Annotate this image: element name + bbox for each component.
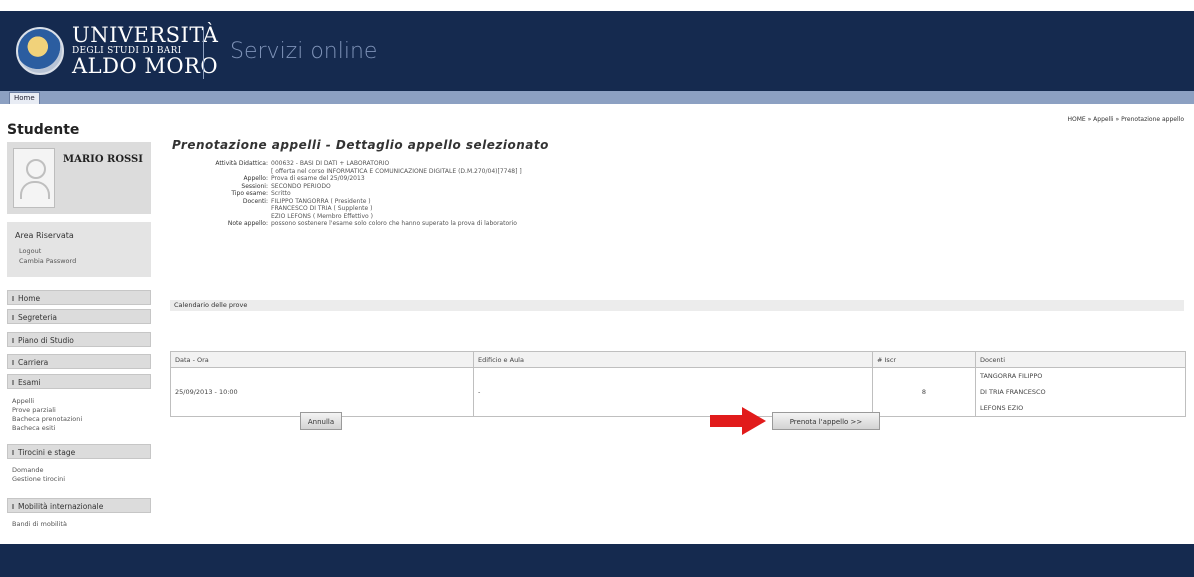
- detail-row: EZIO LEFONS ( Membro Effettivo ): [188, 213, 522, 221]
- sidebar-subitem-bacheca-prenotazioni[interactable]: Bacheca prenotazioni: [12, 415, 82, 423]
- table-header-row: Data - Ora Edificio e Aula # Iscr Docent…: [170, 351, 1186, 368]
- detail-label: [188, 205, 268, 213]
- detail-label: [188, 213, 268, 221]
- cell-docenti: TANGORRA FILIPPO DI TRIA FRANCESCO LEFON…: [975, 367, 1186, 417]
- detail-value: FRANCESCO DI TRIA ( Supplente ): [271, 205, 373, 212]
- logo-text-line1: UNIVERSITÀ: [72, 23, 219, 47]
- detail-value: SECONDO PERIODO: [271, 182, 331, 190]
- detail-row: Appello: Prova di esame del 25/09/2013: [188, 175, 522, 183]
- avatar: [13, 148, 55, 208]
- detail-value: Prova di esame del 25/09/2013: [271, 175, 365, 182]
- change-password-link[interactable]: Cambia Password: [19, 257, 76, 265]
- detail-value: [ offerta nel corso INFORMATICA E COMUNI…: [271, 167, 522, 175]
- col-header-iscritti: # Iscr: [872, 351, 976, 368]
- detail-row: Tipo esame: Scritto: [188, 190, 522, 198]
- avatar-body-icon: [20, 181, 50, 199]
- sidebar-item-segreteria[interactable]: Segreteria: [7, 309, 151, 324]
- site-footer: [0, 544, 1194, 577]
- docente-name: LEFONS EZIO: [980, 404, 1024, 412]
- avatar-head-icon: [26, 159, 46, 179]
- sidebar-subitem-prove-parziali[interactable]: Prove parziali: [12, 406, 56, 414]
- sidebar: Studente MARIO ROSSI Area Riservata Logo…: [0, 104, 157, 544]
- detail-row: Note appello: possono sostenere l'esame s…: [188, 220, 522, 228]
- detail-value: EZIO LEFONS ( Membro Effettivo ): [271, 212, 373, 220]
- detail-label: Sessioni:: [241, 182, 268, 190]
- detail-label: Docenti:: [242, 197, 268, 205]
- sidebar-subitem-domande[interactable]: Domande: [12, 466, 44, 474]
- detail-row: Sessioni: SECONDO PERIODO: [188, 183, 522, 191]
- col-header-docenti: Docenti: [975, 351, 1186, 368]
- detail-value: Scritto: [271, 190, 291, 197]
- detail-row: [ offerta nel corso INFORMATICA E COMUNI…: [188, 168, 522, 176]
- docente-name: DI TRIA FRANCESCO: [980, 388, 1046, 396]
- calendar-section-title: Calendario delle prove: [170, 300, 1184, 311]
- header-separator: [203, 27, 204, 79]
- sidebar-subitem-bandi-mobilita[interactable]: Bandi di mobilità: [12, 520, 67, 528]
- top-strip: [0, 0, 1194, 11]
- main-content: HOME » Appelli » Prenotazione appello Pr…: [160, 104, 1194, 544]
- calendar-table: Data - Ora Edificio e Aula # Iscr Docent…: [170, 351, 1186, 417]
- detail-label: Tipo esame:: [231, 190, 268, 197]
- sidebar-item-esami[interactable]: Esami: [7, 374, 151, 389]
- profile-box: MARIO ROSSI: [7, 142, 151, 214]
- docente-name: TANGORRA FILIPPO: [980, 372, 1043, 380]
- service-title: Servizi online: [230, 39, 378, 64]
- cell-aula: -: [473, 367, 873, 417]
- sidebar-item-mobilita[interactable]: Mobilità internazionale: [7, 498, 151, 513]
- detail-row: Attività Didattica: 000632 - BASI DI DATI…: [188, 160, 522, 168]
- cell-data-ora: 25/09/2013 - 10:00: [170, 367, 474, 417]
- university-logo[interactable]: UNIVERSITÀ DEGLI STUDI DI BARI ALDO MORO: [16, 25, 218, 77]
- detail-value: FILIPPO TANGORRA ( Presidente ): [271, 197, 371, 205]
- sidebar-subitem-gestione-tirocini[interactable]: Gestione tirocini: [12, 475, 65, 483]
- detail-row: FRANCESCO DI TRIA ( Supplente ): [188, 205, 522, 213]
- breadcrumb[interactable]: HOME » Appelli » Prenotazione appello: [1067, 116, 1184, 123]
- detail-value: 000632 - BASI DI DATI + LABORATORIO: [271, 160, 390, 167]
- col-header-edificio-aula: Edificio e Aula: [473, 351, 873, 368]
- area-riservata-title[interactable]: Area Riservata: [15, 231, 74, 240]
- university-seal-icon: [16, 27, 64, 75]
- cell-iscritti: 8: [872, 367, 976, 417]
- sidebar-item-carriera[interactable]: Carriera: [7, 354, 151, 369]
- sidebar-item-piano-di-studio[interactable]: Piano di Studio: [7, 332, 151, 347]
- area-riservata-box: Area Riservata Logout Cambia Password: [7, 222, 151, 277]
- detail-label: [188, 168, 268, 176]
- red-arrow-icon: [710, 407, 766, 435]
- prenota-appello-button[interactable]: Prenota l'appello >>: [772, 412, 880, 430]
- col-header-data-ora: Data - Ora: [170, 351, 474, 368]
- sidebar-title: Studente: [7, 122, 80, 138]
- appello-details: Attività Didattica: 000632 - BASI DI DATI…: [188, 160, 522, 228]
- detail-label: Note appello:: [227, 220, 268, 227]
- logo-text-line3: ALDO MORO: [72, 54, 219, 78]
- sidebar-subitem-bacheca-esiti[interactable]: Bacheca esiti: [12, 424, 55, 432]
- table-row: 25/09/2013 - 10:00 - 8 TANGORRA FILIPPO …: [170, 367, 1186, 417]
- logout-link[interactable]: Logout: [19, 247, 41, 255]
- detail-value: possono sostenere l'esame solo coloro ch…: [271, 220, 517, 227]
- top-navbar: Home: [0, 91, 1194, 105]
- site-header: UNIVERSITÀ DEGLI STUDI DI BARI ALDO MORO…: [0, 11, 1194, 91]
- sidebar-item-tirocini[interactable]: Tirocini e stage: [7, 444, 151, 459]
- student-name: MARIO ROSSI: [63, 154, 143, 165]
- sidebar-item-home[interactable]: Home: [7, 290, 151, 305]
- detail-label: Appello:: [243, 175, 268, 182]
- sidebar-subitem-appelli[interactable]: Appelli: [12, 397, 34, 405]
- detail-row: Docenti: FILIPPO TANGORRA ( Presidente ): [188, 198, 522, 206]
- annulla-button[interactable]: Annulla: [300, 412, 342, 430]
- page-title: Prenotazione appelli - Dettaglio appello…: [172, 138, 549, 152]
- detail-label: Attività Didattica:: [215, 160, 268, 167]
